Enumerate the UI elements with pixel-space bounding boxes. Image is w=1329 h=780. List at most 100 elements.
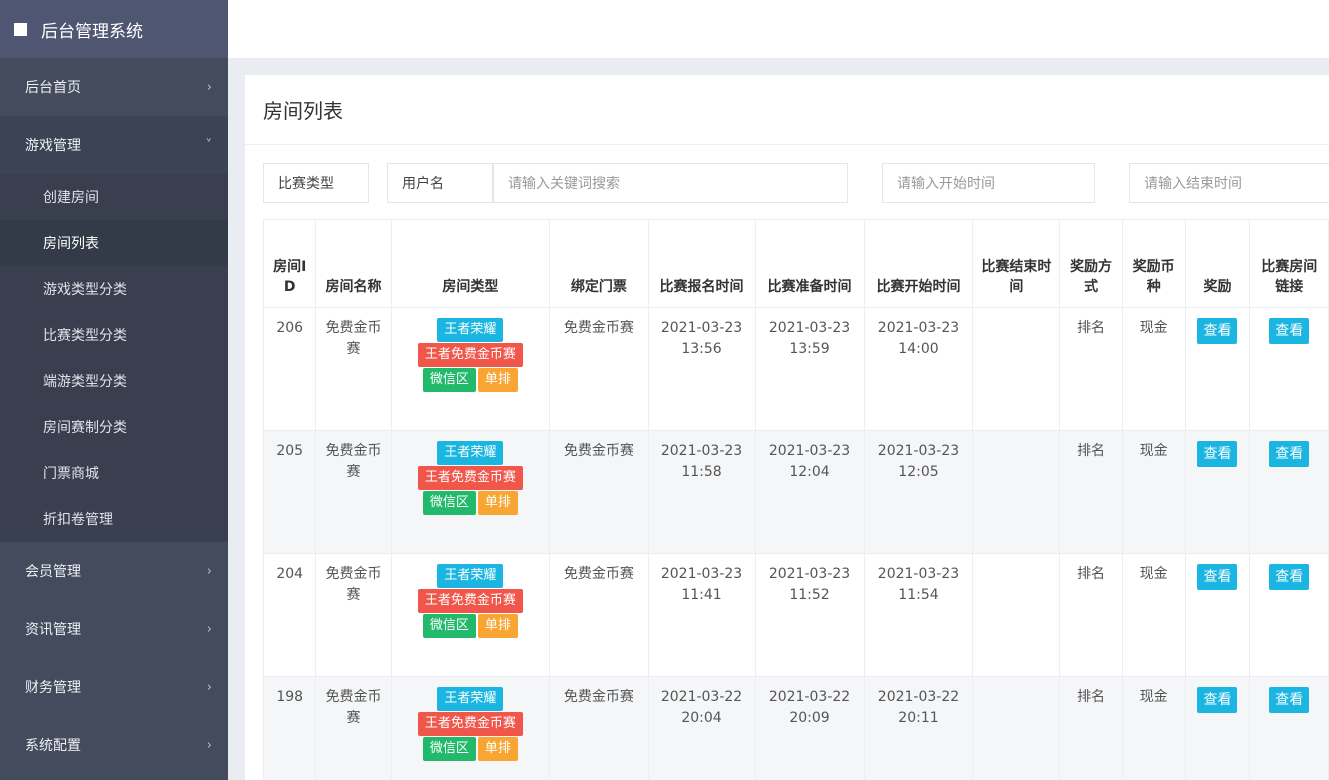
- tag-region: 微信区: [422, 368, 476, 392]
- view-reward-button[interactable]: 查看: [1197, 564, 1238, 590]
- view-link-button[interactable]: 查看: [1269, 318, 1310, 344]
- view-reward-button[interactable]: 查看: [1197, 687, 1238, 713]
- sidebar-item-game-management[interactable]: 游戏管理 ˅: [0, 116, 228, 174]
- column-header-start-time[interactable]: 比赛开始时间: [863, 219, 974, 308]
- cell-reward: 查看: [1184, 553, 1251, 677]
- cell-room-link: 查看: [1249, 676, 1329, 780]
- tag-region: 微信区: [422, 614, 476, 638]
- column-header-prep-time[interactable]: 比赛准备时间: [754, 219, 865, 308]
- cell-ticket: 免费金币赛: [549, 553, 649, 677]
- sidebar-item-members[interactable]: 会员管理 ›: [0, 542, 228, 600]
- tag-match: 王者免费金币赛: [417, 466, 523, 490]
- sidebar-item-label: 资讯管理: [25, 622, 81, 638]
- sidebar-item-news[interactable]: 资讯管理 ›: [0, 600, 228, 658]
- match-type-select[interactable]: 比赛类型: [263, 163, 369, 203]
- cell-reward-currency: 现金: [1121, 553, 1186, 677]
- table-row: 206 免费金币赛 王者荣耀 王者免费金币赛 微信区 单排 免费金币赛 2021-…: [262, 307, 1329, 431]
- end-time-input[interactable]: 请输入结束时间: [1129, 163, 1329, 203]
- sidebar-subitem-match-type[interactable]: 比赛类型分类: [0, 312, 228, 358]
- cell-room-type: 王者荣耀 王者免费金币赛 微信区 单排: [390, 307, 551, 431]
- sidebar: 后台管理系统 后台首页 › 游戏管理 ˅ 创建房间 房间列表 游戏类型分类 比赛…: [0, 0, 228, 780]
- sidebar-item-finance[interactable]: 财务管理 ›: [0, 658, 228, 716]
- sidebar-subitem-create-room[interactable]: 创建房间: [0, 174, 228, 220]
- brand[interactable]: 后台管理系统: [0, 0, 228, 58]
- table-row: 198 免费金币赛 王者荣耀 王者免费金币赛 微信区 单排 免费金币赛 2021-…: [262, 676, 1329, 780]
- column-header-room-id[interactable]: 房间ID: [262, 219, 317, 308]
- chevron-right-icon: ›: [206, 621, 212, 637]
- view-link-button[interactable]: 查看: [1269, 687, 1310, 713]
- cell-reward-method: 排名: [1059, 430, 1123, 554]
- cell-room-type: 王者荣耀 王者免费金币赛 微信区 单排: [390, 553, 551, 677]
- column-header-room-name[interactable]: 房间名称: [315, 219, 392, 308]
- tag-mode: 单排: [477, 491, 518, 515]
- filter-bar: 比赛类型 用户名 请输入关键词搜索 请输入开始时间 请输入结束时间: [263, 163, 1329, 203]
- tag-mode: 单排: [477, 614, 518, 638]
- start-time-input[interactable]: 请输入开始时间: [882, 163, 1095, 203]
- cell-start-time: 2021-03-22 20:11: [863, 676, 974, 780]
- sidebar-subitem-room-format[interactable]: 房间赛制分类: [0, 404, 228, 450]
- sidebar-item-label: 系统配置: [25, 738, 81, 754]
- column-header-room-type[interactable]: 房间类型: [390, 219, 551, 308]
- cell-signup-time: 2021-03-23 13:56: [647, 307, 756, 431]
- sidebar-item-label: 后台首页: [25, 80, 81, 96]
- cell-room-name: 免费金币赛: [315, 553, 392, 677]
- table-row: 205 免费金币赛 王者荣耀 王者免费金币赛 微信区 单排 免费金币赛 2021-…: [262, 430, 1329, 554]
- brand-title: 后台管理系统: [41, 21, 143, 42]
- cell-room-name: 免费金币赛: [315, 430, 392, 554]
- table-row: 204 免费金币赛 王者荣耀 王者免费金币赛 微信区 单排 免费金币赛 2021-…: [262, 553, 1329, 677]
- column-header-signup-time[interactable]: 比赛报名时间: [647, 219, 756, 308]
- cell-signup-time: 2021-03-22 20:04: [647, 676, 756, 780]
- username-select[interactable]: 用户名: [387, 163, 493, 203]
- cell-prep-time: 2021-03-23 13:59: [754, 307, 865, 431]
- chevron-right-icon: ›: [206, 563, 212, 579]
- sidebar-subitem-game-type[interactable]: 游戏类型分类: [0, 266, 228, 312]
- tag-match: 王者免费金币赛: [417, 712, 523, 736]
- sidebar-item-label: 会员管理: [25, 564, 81, 580]
- view-link-button[interactable]: 查看: [1269, 564, 1310, 590]
- cell-ticket: 免费金币赛: [549, 676, 649, 780]
- column-header-end-time[interactable]: 比赛结束时间: [972, 219, 1061, 308]
- cell-room-link: 查看: [1249, 430, 1329, 554]
- tag-game: 王者荣耀: [437, 441, 504, 465]
- chevron-right-icon: ›: [206, 737, 212, 753]
- cell-end-time: [972, 430, 1061, 554]
- keyword-search-input[interactable]: 请输入关键词搜索: [493, 163, 848, 203]
- room-list-panel: 房间列表 比赛类型 用户名 请输入关键词搜索 请输入开始时间 请输入结束时间 房…: [245, 75, 1329, 780]
- column-header-room-link[interactable]: 比赛房间链接: [1249, 219, 1329, 308]
- cell-start-time: 2021-03-23 12:05: [863, 430, 974, 554]
- tag-region: 微信区: [422, 491, 476, 515]
- sidebar-item-system-config[interactable]: 系统配置 ›: [0, 716, 228, 774]
- cell-reward: 查看: [1184, 676, 1251, 780]
- cell-room-name: 免费金币赛: [315, 307, 392, 431]
- room-table: 房间ID 房间名称 房间类型 绑定门票 比赛报名时间 比赛准备时间 比赛开始时间…: [262, 219, 1329, 780]
- tag-match: 王者免费金币赛: [417, 589, 523, 613]
- tag-game: 王者荣耀: [437, 318, 504, 342]
- cell-ticket: 免费金币赛: [549, 430, 649, 554]
- view-reward-button[interactable]: 查看: [1197, 318, 1238, 344]
- cell-room-link: 查看: [1249, 553, 1329, 677]
- cell-end-time: [972, 307, 1061, 431]
- cell-reward-method: 排名: [1059, 307, 1123, 431]
- column-header-ticket[interactable]: 绑定门票: [549, 219, 649, 308]
- cell-room-id: 198: [262, 676, 317, 780]
- chevron-down-icon: ˅: [205, 137, 213, 153]
- cell-reward: 查看: [1184, 430, 1251, 554]
- sidebar-subitem-room-list[interactable]: 房间列表: [0, 220, 228, 266]
- cell-signup-time: 2021-03-23 11:41: [647, 553, 756, 677]
- column-header-reward-method[interactable]: 奖励方式: [1059, 219, 1123, 308]
- view-link-button[interactable]: 查看: [1269, 441, 1310, 467]
- page-title: 房间列表: [245, 75, 1329, 145]
- sidebar-subitem-discount[interactable]: 折扣卷管理: [0, 496, 228, 542]
- chevron-right-icon: ›: [206, 79, 212, 95]
- tag-game: 王者荣耀: [437, 687, 504, 711]
- column-header-reward-currency[interactable]: 奖励币种: [1121, 219, 1186, 308]
- cell-room-id: 205: [262, 430, 317, 554]
- square-icon: [14, 22, 27, 36]
- column-header-reward[interactable]: 奖励: [1184, 219, 1251, 308]
- sidebar-subitem-ticket-store[interactable]: 门票商城: [0, 450, 228, 496]
- sidebar-item-home[interactable]: 后台首页 ›: [0, 58, 228, 116]
- chevron-right-icon: ›: [206, 679, 212, 695]
- cell-reward-method: 排名: [1059, 553, 1123, 677]
- view-reward-button[interactable]: 查看: [1197, 441, 1238, 467]
- sidebar-subitem-pc-game-type[interactable]: 端游类型分类: [0, 358, 228, 404]
